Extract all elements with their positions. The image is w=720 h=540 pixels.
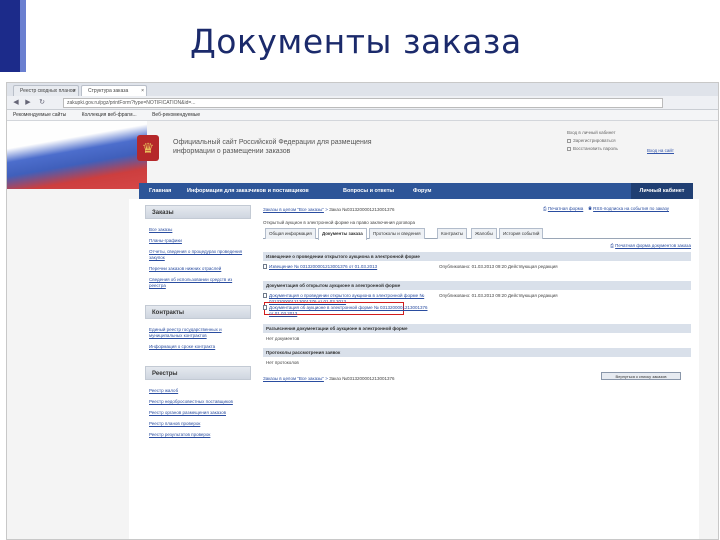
slide-left-stripe-accent: [20, 0, 26, 72]
document-status: Опубликовано: 01.03.2013 09:20 Действующ…: [439, 264, 558, 269]
panel-actions: ⎙ Печатная форма ◉ RSS-подписка на событ…: [543, 206, 669, 211]
tab-general[interactable]: Общая информация: [265, 228, 316, 239]
bookmarks-bar: Рекомендуемые сайты Коллекция веб-фрагм.…: [7, 110, 718, 121]
nav-item-faq[interactable]: Вопросы и ответы: [343, 183, 394, 199]
breadcrumb-current: Заказ №0313200001213001376: [329, 376, 395, 381]
document-status: Опубликовано: 01.03.2013 09:20 Действующ…: [439, 293, 558, 298]
browser-screenshot: Реестр сводных планов × Структура заказа…: [6, 82, 719, 540]
forward-arrow-icon[interactable]: ▶: [23, 98, 33, 108]
sidebar-item[interactable]: Реестр жалоб: [149, 388, 247, 394]
browser-tab-bar: Реестр сводных планов × Структура заказа…: [7, 83, 718, 96]
tab-contracts[interactable]: Контракты: [437, 228, 467, 239]
login-link[interactable]: Вход на сайт: [647, 147, 674, 155]
document-icon: [263, 264, 267, 269]
section-header: Протоколы рассмотрения заявок: [263, 348, 691, 357]
login-box: Вход в личный кабинет Зарегистрироваться…: [567, 129, 697, 153]
sidebar-item[interactable]: Реестр планов проверок: [149, 421, 247, 427]
bookmark-item[interactable]: Коллекция веб-фрагм...: [82, 112, 137, 118]
main-nav: Главная Информация для заказчиков и пост…: [139, 183, 693, 199]
order-panel: Заказы в целом "Все заказы" > Заказ №031…: [263, 206, 691, 381]
sidebar-item[interactable]: Отчеты, сведения о процедурах проведения…: [149, 249, 247, 261]
section-text: Нет протоколов: [266, 360, 299, 365]
footer-breadcrumb: Заказы в целом "Все заказы" > Заказ №031…: [263, 372, 691, 381]
refresh-icon[interactable]: ↻: [37, 98, 47, 108]
document-link[interactable]: Документация об аукционе в электронной ф…: [269, 305, 429, 316]
browser-tab-label: Реестр сводных планов: [20, 88, 76, 94]
browser-tab[interactable]: Реестр сводных планов ×: [13, 85, 79, 96]
browser-tab-active[interactable]: Структура заказа ×: [81, 85, 147, 96]
rss-link[interactable]: RSS-подписка на события по заказу: [593, 206, 669, 211]
login-title: Вход в личный кабинет: [567, 130, 616, 135]
print-link[interactable]: Печатная форма: [548, 206, 583, 211]
sidebar-item[interactable]: Все заказы: [149, 227, 247, 233]
nav-item-home[interactable]: Главная: [149, 183, 171, 199]
nav-item-info[interactable]: Информация для заказчиков и поставщиков: [187, 183, 309, 199]
checkbox-icon[interactable]: [567, 146, 571, 151]
sidebar-item[interactable]: Сведения об использовании средств из рее…: [149, 277, 247, 289]
site-header: ♛ Официальный сайт Российской Федерации …: [7, 121, 718, 183]
breadcrumb-link[interactable]: Заказы в целом "Все заказы": [263, 207, 324, 212]
sidebar-item[interactable]: Перечни заказов нижних отраслей: [149, 266, 247, 272]
slide-title: Документы заказа: [190, 22, 522, 61]
sidebar-item[interactable]: Единый реестр государственных и муниципа…: [149, 327, 247, 339]
section-text: Нет документов: [266, 336, 300, 341]
tab-documents[interactable]: Документы заказа: [318, 228, 367, 240]
login-option[interactable]: Зарегистрироваться: [567, 137, 697, 145]
back-arrow-icon[interactable]: ◀: [11, 98, 21, 108]
sidebar-section-contracts[interactable]: Контракты: [145, 305, 251, 319]
tab-protocols[interactable]: Протоколы и сведения: [369, 228, 425, 239]
address-bar: ◀ ▶ ↻ zakupki.gov.ru/pgz/printForm?type=…: [7, 96, 718, 110]
tab-complaints[interactable]: Жалобы: [471, 228, 497, 239]
sidebar-item[interactable]: Реестр органов размещения заказов: [149, 410, 247, 416]
sidebar-item[interactable]: Информация о сроке контракта: [149, 344, 247, 350]
rss-icon[interactable]: ◉: [588, 206, 592, 211]
close-icon[interactable]: ×: [141, 86, 144, 96]
document-row: Извещение № 0313200001213001376 от 01.03…: [263, 261, 691, 277]
sidebar-section-registries[interactable]: Реестры: [145, 366, 251, 380]
url-field[interactable]: zakupki.gov.ru/pgz/printForm?type=NOTIFI…: [63, 98, 663, 108]
site-name: Официальный сайт Российской Федерации дл…: [173, 139, 372, 155]
document-link[interactable]: Извещение № 0313200001213001376 от 01.03…: [269, 264, 429, 270]
tab-history[interactable]: История событий: [499, 228, 544, 239]
section-header: Извещение о проведении открытого аукцион…: [263, 252, 691, 261]
section-header: Разъяснения документации об аукционе в э…: [263, 324, 691, 333]
sidebar-item[interactable]: Планы-графики: [149, 238, 247, 244]
printer-icon[interactable]: ⎙: [543, 206, 547, 211]
bookmark-item[interactable]: Веб-рекомендуемые: [152, 112, 200, 118]
sidebar-item[interactable]: Реестр недобросовестных поставщиков: [149, 399, 247, 405]
document-icon: [263, 293, 267, 298]
order-subtitle: Открытый аукцион в электронной форме на …: [263, 220, 415, 225]
sidebar-item[interactable]: Реестр результатов проверок: [149, 432, 247, 438]
sidebar-section-orders[interactable]: Заказы: [145, 205, 251, 219]
bookmark-item[interactable]: Рекомендуемые сайты: [13, 112, 66, 118]
browser-tab-label: Структура заказа: [88, 88, 129, 94]
sidebar: Заказы Все заказы Планы-графики Отчеты, …: [145, 205, 251, 446]
section-header: Документация об открытом аукционе в элек…: [263, 281, 691, 290]
breadcrumb-link[interactable]: Заказы в целом "Все заказы": [263, 376, 324, 381]
document-row: Документация о проведении открытого аукц…: [263, 290, 691, 320]
breadcrumb-current: Заказ №0313200001213001376: [329, 207, 395, 212]
back-to-list-button[interactable]: Вернуться к списку заказов: [601, 372, 681, 380]
print-documents-link[interactable]: ⎙ Печатная форма документов заказа: [263, 243, 691, 248]
nav-item-forum[interactable]: Форум: [413, 183, 431, 199]
nav-item-cabinet[interactable]: Личный кабинет: [631, 183, 693, 199]
coat-of-arms-icon: ♛: [137, 135, 159, 161]
order-tabs: Общая информация Документы заказа Проток…: [263, 228, 691, 240]
checkbox-icon[interactable]: [567, 138, 571, 143]
login-option[interactable]: Восстановить пароль: [567, 145, 697, 153]
document-icon: [263, 305, 267, 310]
close-icon[interactable]: ×: [73, 86, 76, 96]
